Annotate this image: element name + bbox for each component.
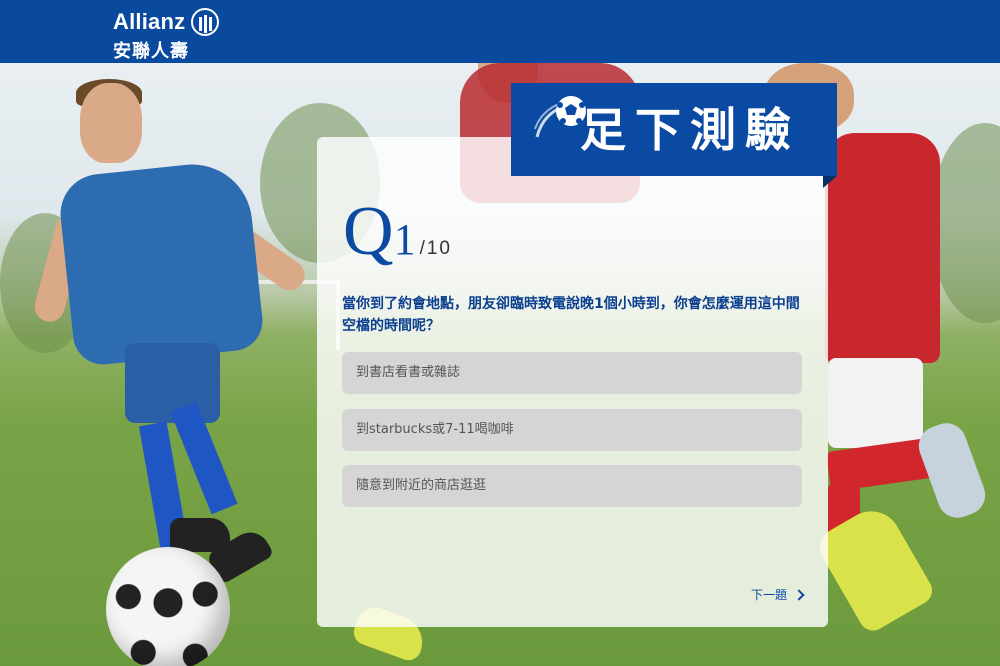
next-question-label: 下一題 [751,588,788,602]
logo-subtitle: 安聯人壽 [113,41,189,62]
question-counter: Q1/10 [343,192,452,272]
quiz-title: 足下測驗 [580,103,800,157]
allianz-logo[interactable]: Allianz 安聯人壽 [113,8,220,63]
soccer-ball-image [106,547,230,666]
next-question-button[interactable]: 下一題 [751,586,805,603]
answer-option-3[interactable]: 隨意到附近的商店逛逛 [342,465,802,507]
answer-option-2[interactable]: 到starbucks或7-11喝咖啡 [342,409,802,451]
question-number: 1 [393,215,416,264]
allianz-eagle-icon [191,8,220,36]
logo-wordmark: Allianz [113,9,186,34]
question-label: Q [343,193,394,270]
banner-fold [823,176,837,188]
site-header: Allianz 安聯人壽 [0,0,1000,63]
question-text: 當你到了約會地點，朋友卻臨時致電說晚1個小時到，你會怎麼運用這中間空檔的時間呢？ [342,296,800,334]
question-total: /10 [419,238,452,259]
answer-option-1[interactable]: 到書店看書或雜誌 [342,352,802,394]
chevron-right-icon [793,588,805,601]
